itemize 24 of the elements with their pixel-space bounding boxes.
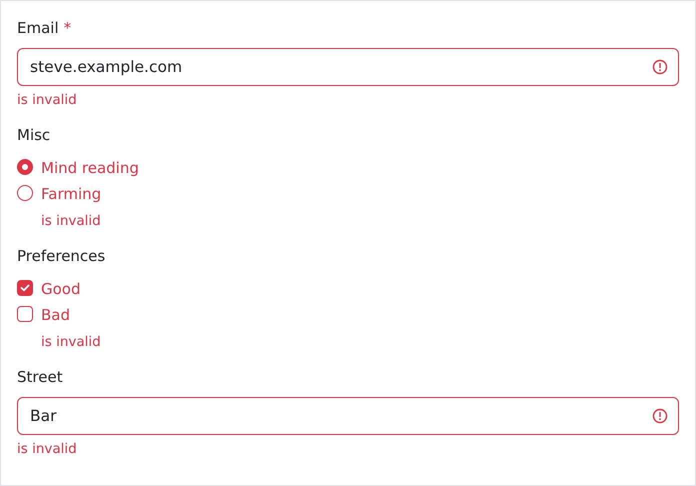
option-label: Mind reading	[41, 159, 139, 177]
radio-button[interactable]	[17, 185, 33, 201]
error-message: is invalid	[40, 333, 102, 351]
checkbox[interactable]	[17, 306, 33, 322]
error-message: is invalid	[40, 212, 102, 230]
option-label: Good	[41, 280, 80, 298]
field-label: Preferences	[17, 246, 106, 267]
field-label: Misc	[17, 125, 50, 146]
option-label: Bad	[41, 306, 70, 324]
option-label: Farming	[41, 185, 102, 203]
field-value: steve.example.com	[30, 58, 184, 76]
alert-icon	[652, 59, 668, 75]
field-value: Bar	[30, 407, 58, 425]
required-mark: *	[64, 18, 72, 39]
alert-icon	[652, 408, 668, 424]
field-label: Street	[17, 367, 63, 388]
error-message: is invalid	[17, 91, 78, 109]
field-label: Email	[17, 18, 59, 39]
checkbox[interactable]	[17, 280, 33, 296]
text-field[interactable]: steve.example.com	[17, 48, 679, 86]
text-field[interactable]: Bar	[17, 397, 679, 435]
check-icon	[20, 284, 30, 292]
error-message: is invalid	[17, 440, 78, 458]
radio-button[interactable]	[17, 159, 33, 175]
